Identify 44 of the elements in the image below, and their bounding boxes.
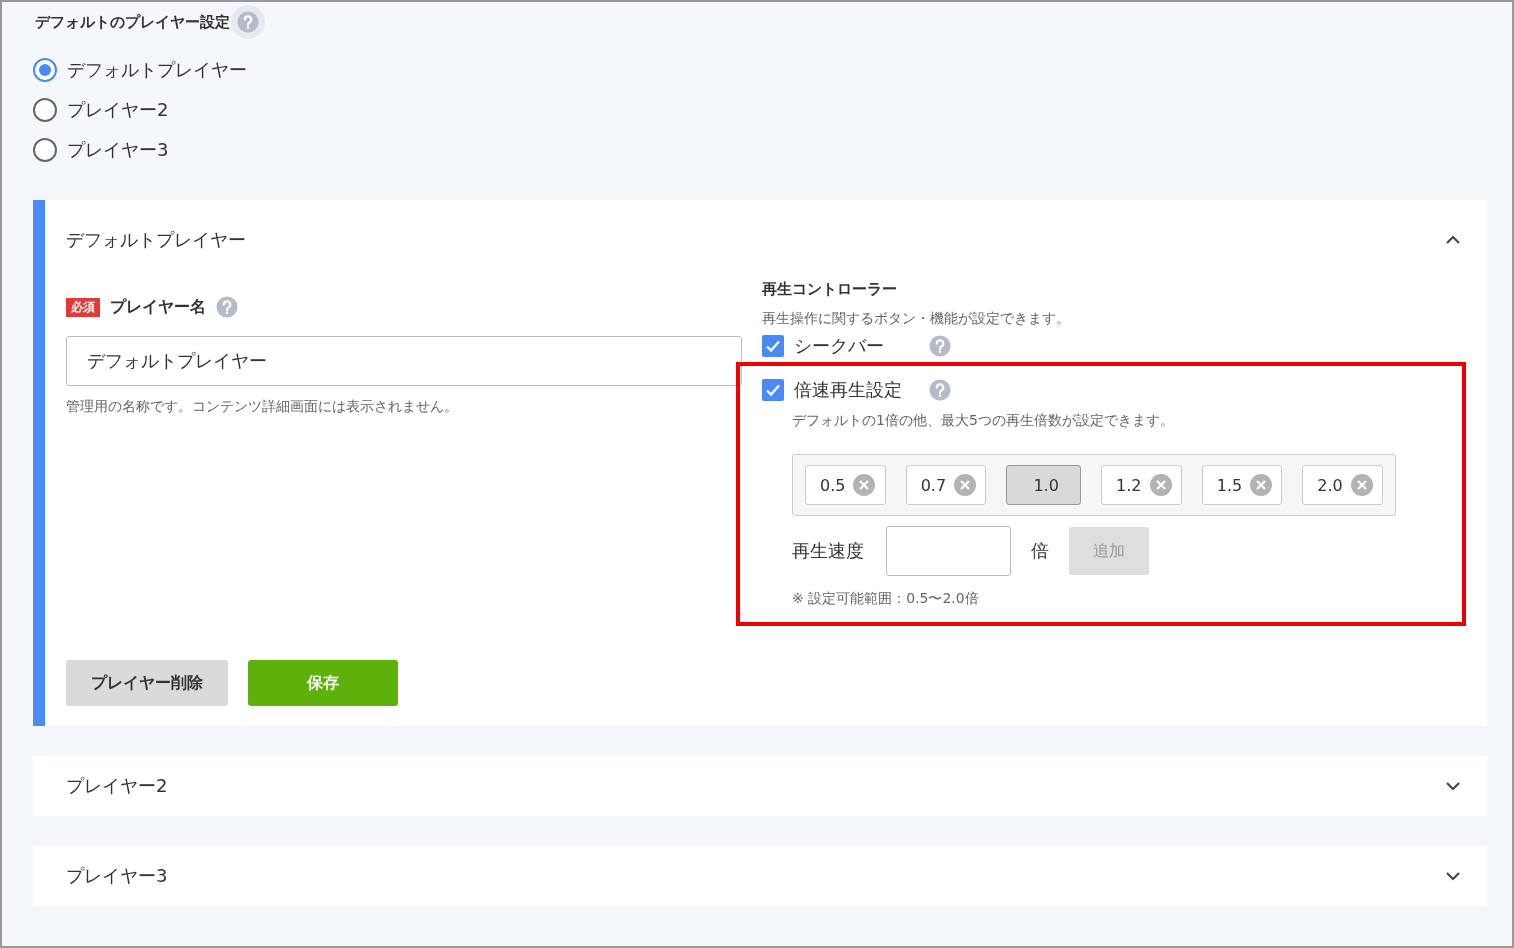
remove-icon[interactable] — [1350, 474, 1373, 496]
field-label: プレイヤー名 — [110, 296, 206, 318]
hint-text: 管理用の名称です。コンテンツ詳細画面には表示されません。 — [66, 398, 459, 416]
checkbox-label[interactable]: シークバー — [794, 334, 929, 358]
radio-label[interactable]: デフォルトプレイヤー — [67, 58, 247, 82]
section-title: 再生コントローラー — [762, 280, 898, 300]
chevron-down-icon[interactable] — [1445, 871, 1461, 881]
radio-button[interactable] — [33, 138, 57, 162]
description-text: 再生操作に関するボタン・機能が設定できます。 — [762, 310, 1071, 328]
description-text: デフォルトの1倍の他、最大5つの再生倍数が設定できます。 — [792, 412, 1175, 430]
unit-label: 倍 — [1031, 539, 1049, 563]
checkbox[interactable] — [762, 379, 784, 401]
remove-icon[interactable] — [1149, 474, 1172, 496]
speed-chip[interactable]: 1.2 — [1101, 465, 1182, 505]
speed-chip[interactable]: 2.0 — [1302, 465, 1383, 505]
speed-field[interactable] — [886, 526, 1011, 576]
help-icon[interactable] — [929, 335, 951, 357]
radio-label[interactable]: プレイヤー3 — [67, 138, 169, 162]
delete-button[interactable]: プレイヤー削除 — [66, 660, 228, 706]
chevron-down-icon[interactable] — [1445, 781, 1461, 791]
help-icon[interactable] — [237, 11, 259, 33]
panel-title[interactable]: プレイヤー3 — [66, 864, 168, 888]
field-label: 再生速度 — [792, 539, 864, 563]
note-text: ※ 設定可能範囲：0.5〜2.0倍 — [792, 590, 980, 608]
speed-chip[interactable]: 0.7 — [905, 465, 987, 505]
remove-icon[interactable] — [1250, 474, 1273, 496]
help-icon[interactable] — [216, 296, 238, 318]
speed-chip: 1.0 — [1006, 465, 1082, 505]
text-field[interactable]: デフォルトプレイヤー — [66, 336, 742, 386]
remove-icon[interactable] — [954, 474, 977, 496]
speed-chip[interactable]: 0.5 — [805, 465, 886, 505]
panel-title[interactable]: デフォルトプレイヤー — [66, 228, 246, 252]
checkbox-label[interactable]: 倍速再生設定 — [794, 378, 929, 402]
checkbox[interactable] — [762, 335, 784, 357]
section-title: デフォルトのプレイヤー設定 — [35, 12, 230, 32]
radio-button[interactable] — [33, 58, 57, 82]
radio-button[interactable] — [33, 98, 57, 122]
panel-title[interactable]: プレイヤー2 — [66, 774, 168, 798]
remove-icon[interactable] — [853, 474, 876, 496]
required-badge: 必須 — [66, 297, 100, 317]
chevron-up-icon[interactable] — [1445, 235, 1461, 245]
radio-label[interactable]: プレイヤー2 — [67, 98, 169, 122]
help-icon[interactable] — [929, 379, 951, 401]
speed-chip[interactable]: 1.5 — [1201, 465, 1283, 505]
